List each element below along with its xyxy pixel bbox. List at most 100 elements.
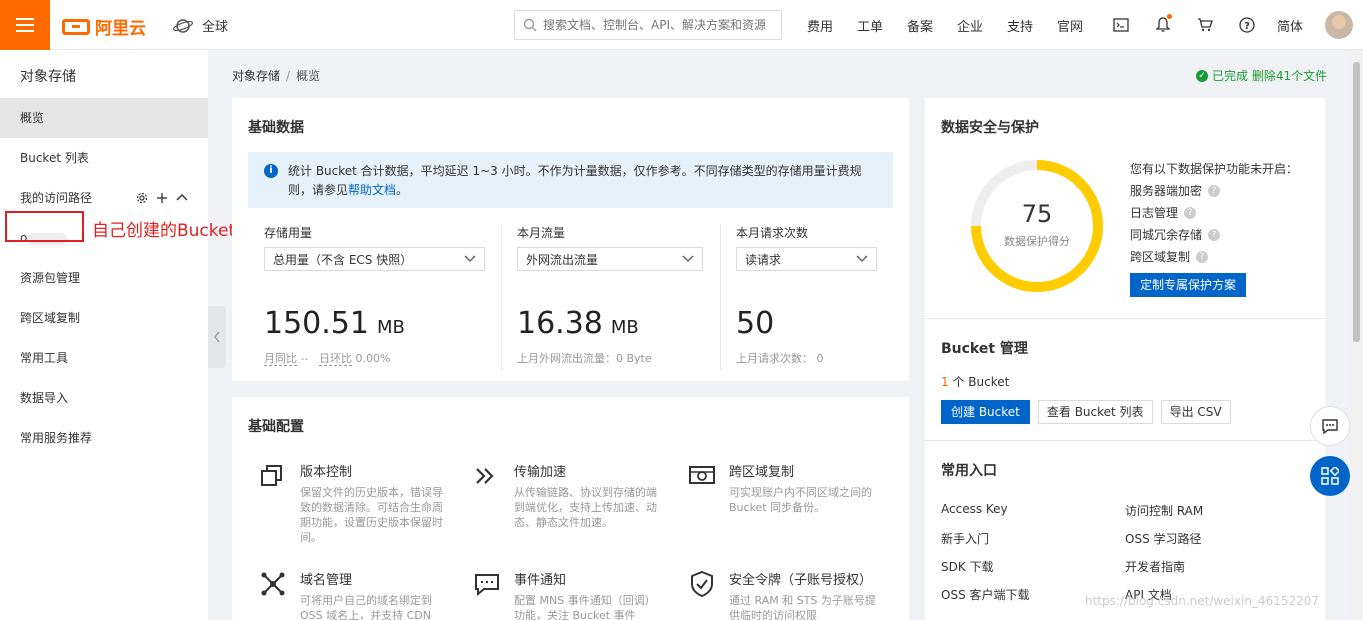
- protection-score-gauge: 75 数据保护得分: [969, 158, 1105, 297]
- help-doc-link[interactable]: 帮助文档: [348, 183, 396, 197]
- globe-icon: [172, 18, 194, 33]
- breadcrumb-sep: /: [286, 69, 291, 83]
- search-box[interactable]: [514, 10, 782, 40]
- top-bar: 阿里云 全球 费用 工单 备案 企业 支持 官网 ? 简体: [0, 0, 1363, 50]
- breadcrumb-root[interactable]: 对象存储: [232, 69, 280, 83]
- security-title: 数据安全与保护: [941, 120, 1039, 136]
- chevron-down-icon: [856, 255, 868, 262]
- nav-icp[interactable]: 备案: [895, 16, 945, 35]
- sidebar-item-import[interactable]: 数据导入: [0, 378, 208, 418]
- entries-title: 常用入口: [941, 463, 997, 479]
- view-bucket-list-button[interactable]: 查看 Bucket 列表: [1037, 400, 1153, 424]
- nav-support[interactable]: 支持: [995, 16, 1045, 35]
- plus-icon[interactable]: [156, 192, 168, 204]
- protection-item-label: 同城冗余存储: [1130, 228, 1203, 242]
- basic-config-title: 基础配置: [248, 419, 304, 435]
- link-sdk-download[interactable]: SDK 下载: [941, 558, 1030, 586]
- apps-button[interactable]: [1310, 456, 1350, 496]
- feature-title: 安全令牌（子账号授权）: [729, 573, 873, 588]
- chevron-up-icon[interactable]: [176, 192, 188, 204]
- terminal-icon[interactable]: [1100, 18, 1142, 32]
- protection-item: 日志管理?: [1130, 202, 1298, 224]
- sidebar-item-bucket-list[interactable]: Bucket 列表: [0, 138, 208, 178]
- feedback-button[interactable]: [1310, 406, 1350, 446]
- link-dev-guide[interactable]: 开发者指南: [1125, 558, 1203, 586]
- feature-desc: 从传输链路、协议到存储的端到端优化，支持上传加速、动态、静态文件加速。: [514, 486, 657, 529]
- protection-item-label: 跨区域复制: [1130, 250, 1191, 264]
- search-input[interactable]: [543, 18, 773, 32]
- help-icon[interactable]: ?: [1196, 251, 1209, 263]
- avatar[interactable]: [1325, 11, 1353, 39]
- aliyun-logo[interactable]: 阿里云: [62, 14, 146, 39]
- sidebar-item-recommend[interactable]: 常用服务推荐: [0, 418, 208, 458]
- traffic-select-value: 外网流出流量: [526, 252, 599, 267]
- top-icons: ? 简体: [1100, 0, 1312, 50]
- link-client-download[interactable]: OSS 客户端下载: [941, 586, 1030, 614]
- export-csv-button[interactable]: 导出 CSV: [1160, 400, 1231, 424]
- nav-tickets[interactable]: 工单: [845, 16, 895, 35]
- protection-item: 跨区域复制?: [1130, 246, 1298, 268]
- nav-fees[interactable]: 费用: [795, 16, 845, 35]
- help-icon[interactable]: ?: [1226, 17, 1268, 33]
- cart-icon[interactable]: [1184, 18, 1226, 32]
- chevron-down-icon: [682, 255, 694, 262]
- protection-item: 同城冗余存储?: [1130, 224, 1298, 246]
- menu-icon[interactable]: [0, 0, 50, 50]
- link-getting-started[interactable]: 新手入门: [941, 530, 1030, 558]
- bucket-actions: 创建 Bucket 查看 Bucket 列表 导出 CSV: [941, 400, 1231, 424]
- region-label: 全球: [202, 20, 229, 35]
- protection-item: 服务器端加密?: [1130, 180, 1298, 202]
- sidebar-collapse-handle[interactable]: [208, 306, 226, 368]
- bell-icon[interactable]: [1142, 14, 1184, 33]
- storage-value: 150.51 MB: [264, 306, 405, 341]
- cloud-sync-icon: [689, 466, 715, 484]
- bucket-count: 1 个 Bucket: [941, 373, 1009, 390]
- message-icon: [475, 574, 499, 597]
- create-bucket-button[interactable]: 创建 Bucket: [941, 400, 1030, 424]
- sidebar-item-overview[interactable]: 概览: [0, 98, 208, 138]
- sidebar: 对象存储 概览 Bucket 列表 我的访问路径 o 资源包管理 跨区域复制 常…: [0, 50, 208, 620]
- versioning-icon: [261, 465, 282, 486]
- shield-icon: [691, 570, 713, 598]
- storage-select[interactable]: 总用量（不含 ECS 快照）: [264, 247, 485, 271]
- breadcrumb-current: 概览: [296, 69, 321, 83]
- sidebar-item-tools[interactable]: 常用工具: [0, 338, 208, 378]
- scrollbar-thumb[interactable]: [1353, 62, 1360, 342]
- bucket-mgmt-title: Bucket 管理: [941, 341, 1028, 357]
- task-status[interactable]: ✓ 已完成 删除41个文件: [1196, 67, 1327, 84]
- help-icon[interactable]: ?: [1208, 229, 1221, 241]
- help-icon[interactable]: ?: [1208, 185, 1221, 197]
- requests-select[interactable]: 读请求: [736, 247, 877, 271]
- link-access-key[interactable]: Access Key: [941, 502, 1030, 530]
- sidebar-title: 对象存储: [20, 69, 76, 85]
- score-label: 数据保护得分: [1004, 235, 1070, 248]
- storage-unit: MB: [376, 317, 405, 338]
- basic-config-card: 基础配置 版本控制 保留文件的历史版本，错误导致的数据清除。可结合生命周期功能，…: [232, 397, 909, 620]
- basic-data-card: 基础数据 i 统计 Bucket 合计数据，平均延迟 1~3 小时。不作为计量数…: [232, 98, 909, 381]
- custom-protection-button[interactable]: 定制专属保护方案: [1130, 273, 1247, 297]
- top-nav: 费用 工单 备案 企业 支持 官网: [795, 0, 1095, 50]
- link-ram[interactable]: 访问控制 RAM: [1125, 502, 1203, 530]
- nav-enterprise[interactable]: 企业: [945, 16, 995, 35]
- check-circle-icon: ✓: [1196, 69, 1208, 82]
- sidebar-item-resource-pkg[interactable]: 资源包管理: [0, 258, 208, 298]
- traffic-number: 16.38: [517, 306, 603, 341]
- region-selector[interactable]: 全球: [172, 16, 228, 35]
- feature-desc: 保留文件的历史版本，错误导致的数据清除。可结合生命周期功能，设置历史版本保留时间…: [300, 486, 443, 544]
- scrollbar[interactable]: [1350, 50, 1363, 620]
- protection-item-label: 日志管理: [1130, 206, 1179, 220]
- requests-number: 50: [736, 306, 775, 341]
- traffic-select[interactable]: 外网流出流量: [517, 247, 703, 271]
- sidebar-item-cross-region[interactable]: 跨区域复制: [0, 298, 208, 338]
- nav-official-site[interactable]: 官网: [1045, 16, 1095, 35]
- gear-icon[interactable]: [136, 192, 148, 204]
- storage-label: 存储用量: [264, 226, 313, 240]
- requests-label: 本月请求次数: [736, 226, 809, 240]
- link-learning-path[interactable]: OSS 学习路径: [1125, 530, 1203, 558]
- help-icon[interactable]: ?: [1184, 207, 1197, 219]
- language-switch[interactable]: 简体: [1268, 16, 1312, 35]
- protection-list: 您有以下数据保护功能未开启： 服务器端加密? 日志管理? 同城冗余存储? 跨区域…: [1130, 158, 1298, 297]
- notification-dot: [1167, 14, 1172, 19]
- network-nodes-icon: [261, 572, 285, 596]
- grid-apps-icon: [1321, 467, 1339, 485]
